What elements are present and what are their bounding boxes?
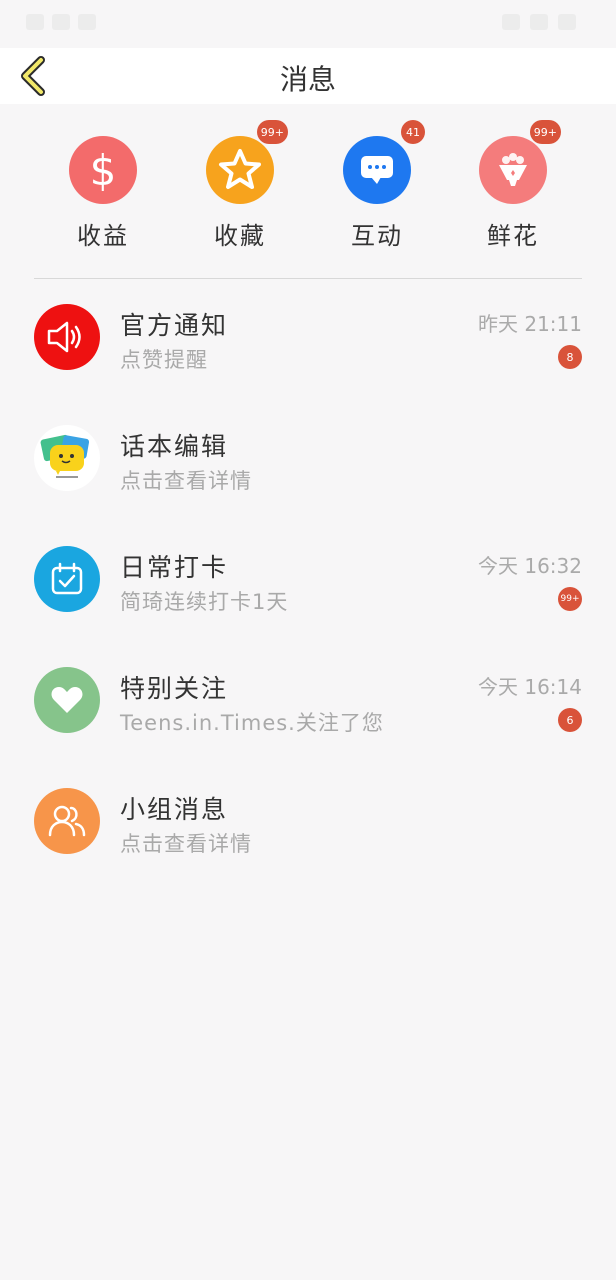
quick-action-label: 互动	[351, 222, 403, 250]
message-title: 话本编辑	[120, 432, 229, 461]
unread-badge: 6	[558, 708, 582, 732]
chat-bubble-icon: 41	[343, 120, 425, 204]
list-item-special-follow[interactable]: 特别关注 Teens.in.Times.关注了您 今天 16:14 6	[0, 643, 616, 764]
list-item-group-messages[interactable]: 小组消息 点击查看详情	[0, 764, 616, 885]
divider	[34, 278, 582, 279]
group-icon	[34, 788, 100, 854]
message-title: 特别关注	[120, 674, 229, 703]
signal-icon	[52, 14, 70, 30]
status-right	[502, 14, 576, 30]
badge: 99+	[529, 120, 561, 144]
calendar-check-icon	[34, 546, 100, 612]
message-list: 官方通知 点赞提醒 昨天 21:11 8 话本编辑 点击查看详情 日常打卡 简琦…	[0, 280, 616, 885]
badge: 99+	[256, 120, 288, 144]
message-title: 官方通知	[120, 311, 229, 340]
list-item-daily-checkin[interactable]: 日常打卡 简琦连续打卡1天 今天 16:32 99+	[0, 522, 616, 643]
message-subtitle: Teens.in.Times.关注了您	[120, 711, 384, 735]
status-left	[26, 14, 96, 30]
message-title: 小组消息	[120, 795, 229, 824]
battery-icon	[558, 14, 576, 30]
wifi-icon	[78, 14, 96, 30]
quick-action-label: 收益	[77, 222, 129, 250]
message-subtitle: 点击查看详情	[120, 832, 252, 856]
heart-icon	[34, 667, 100, 733]
quick-action-label: 收藏	[214, 222, 266, 250]
alarm-icon	[502, 14, 520, 30]
quick-action-flowers[interactable]: 99+ 鲜花	[458, 120, 568, 276]
flower-bouquet-icon: 99+	[479, 120, 561, 204]
message-time: 昨天 21:11	[478, 312, 582, 336]
star-icon: 99+	[206, 120, 288, 204]
unread-badge: 99+	[558, 587, 582, 611]
page-title: 消息	[279, 63, 336, 96]
message-title: 日常打卡	[120, 553, 229, 582]
svg-text:$: $	[90, 146, 117, 194]
unread-badge: 8	[558, 345, 582, 369]
list-item-script-editor[interactable]: 话本编辑 点击查看详情	[0, 401, 616, 522]
quick-action-label: 鲜花	[487, 222, 539, 250]
vibrate-icon	[530, 14, 548, 30]
quick-action-interactions[interactable]: 41 互动	[322, 120, 432, 276]
dollar-icon: $	[69, 136, 137, 204]
message-subtitle: 点击查看详情	[120, 469, 252, 493]
quick-action-earnings[interactable]: $ 收益	[48, 136, 158, 276]
badge: 41	[401, 120, 425, 144]
quick-action-favorites[interactable]: 99+ 收藏	[185, 120, 295, 276]
message-time: 今天 16:32	[478, 554, 582, 578]
message-time: 今天 16:14	[478, 675, 582, 699]
status-bar	[0, 0, 616, 48]
editor-avatar-icon	[34, 425, 100, 491]
speaker-icon	[34, 304, 100, 370]
sim-icon	[26, 14, 44, 30]
message-subtitle: 简琦连续打卡1天	[120, 590, 289, 614]
quick-actions: $ 收益 99+ 收藏 41 互动 99+ 鲜花	[0, 104, 616, 278]
header: 消息	[0, 48, 616, 104]
list-item-official-notice[interactable]: 官方通知 点赞提醒 昨天 21:11 8	[0, 280, 616, 401]
message-subtitle: 点赞提醒	[120, 348, 208, 372]
